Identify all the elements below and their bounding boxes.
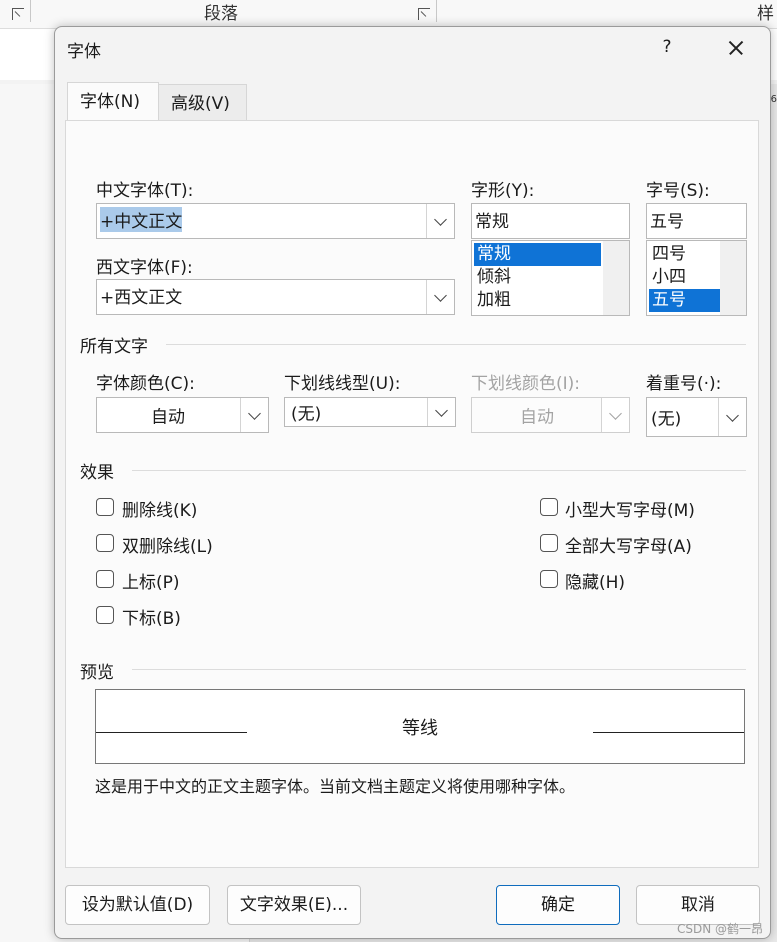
font-size-input[interactable]: 五号	[646, 203, 747, 239]
subscript-label: 下标(B)	[122, 609, 181, 629]
ribbon-divider	[30, 0, 31, 22]
superscript-label: 上标(P)	[122, 573, 180, 593]
paragraph-launcher-icon[interactable]	[418, 8, 430, 20]
double-strikethrough-label: 双删除线(L)	[122, 537, 213, 557]
tab-advanced[interactable]: 高级(V)	[159, 84, 247, 122]
chinese-font-dropdown-button[interactable]	[426, 204, 454, 238]
section-divider	[166, 344, 746, 345]
emphasis-mark-label: 着重号(·):	[646, 374, 722, 394]
tab-font[interactable]: 字体(N)	[67, 82, 159, 122]
underline-color-dropdown-button	[601, 398, 629, 432]
underline-style-dropdown-button[interactable]	[427, 398, 455, 426]
western-font-label: 西文字体(F):	[96, 258, 193, 278]
all-caps-checkbox[interactable]	[540, 534, 558, 552]
cancel-button[interactable]: 取消	[636, 885, 760, 925]
font-color-value: 自动	[151, 407, 185, 428]
preview-description: 这是用于中文的正文主题字体。当前文档主题定义将使用哪种字体。	[95, 777, 576, 796]
font-style-scrollbar[interactable]	[603, 241, 629, 315]
chevron-down-icon	[434, 213, 447, 226]
font-dialog: 字体 ? 字体(N) 高级(V) 中文字体(T): +中文正文 西文字体(F):…	[54, 26, 771, 939]
font-style-value: 常规	[475, 212, 509, 232]
double-strikethrough-checkbox[interactable]	[96, 534, 114, 552]
small-caps-label: 小型大写字母(M)	[565, 501, 695, 521]
emphasis-mark-dropdown-button[interactable]	[718, 398, 746, 436]
set-default-button[interactable]: 设为默认值(D)	[65, 885, 210, 925]
font-style-label: 字形(Y):	[471, 181, 535, 201]
effects-heading: 效果	[80, 463, 114, 483]
preview-baseline-right	[593, 732, 744, 733]
font-size-label: 字号(S):	[646, 181, 710, 201]
font-size-option[interactable]: 四号	[649, 243, 720, 266]
ribbon-section-paragraph: 段落	[204, 4, 238, 24]
section-divider	[132, 470, 746, 471]
section-divider	[132, 669, 746, 670]
dialog-launcher-icon[interactable]	[12, 8, 24, 20]
tab-advanced-label: 高级(V)	[171, 94, 230, 114]
chevron-down-icon	[434, 289, 447, 302]
chevron-down-icon	[609, 407, 622, 420]
chevron-down-icon	[726, 409, 739, 422]
font-size-option[interactable]: 小四	[649, 266, 720, 289]
underline-style-label: 下划线线型(U):	[284, 374, 401, 394]
underline-style-value: (无)	[291, 404, 322, 425]
watermark: CSDN @鹤一昂	[676, 922, 763, 936]
font-style-option[interactable]: 常规	[474, 243, 601, 266]
superscript-checkbox[interactable]	[96, 570, 114, 588]
chinese-font-combo[interactable]: +中文正文	[96, 203, 455, 239]
font-style-input[interactable]: 常规	[471, 203, 630, 239]
tab-font-label: 字体(N)	[80, 92, 140, 112]
font-size-list[interactable]: 四号 小四 五号	[646, 240, 747, 316]
help-button[interactable]: ?	[655, 33, 679, 61]
chinese-font-value: +中文正文	[100, 207, 183, 232]
hidden-checkbox[interactable]	[540, 570, 558, 588]
chinese-font-label: 中文字体(T):	[96, 181, 194, 201]
all-text-heading: 所有文字	[80, 337, 148, 357]
underline-color-value: 自动	[520, 407, 554, 428]
all-caps-label: 全部大写字母(A)	[565, 537, 692, 557]
font-style-option[interactable]: 加粗	[474, 289, 601, 312]
preview-sample-text: 等线	[402, 718, 438, 739]
font-color-label: 字体颜色(C):	[96, 374, 195, 394]
strikethrough-label: 删除线(K)	[122, 501, 198, 521]
western-font-value: +西文正文	[100, 288, 183, 308]
emphasis-mark-value: (无)	[651, 409, 682, 430]
font-color-combo[interactable]: 自动	[96, 397, 269, 433]
emphasis-mark-combo[interactable]: (无)	[646, 397, 747, 437]
western-font-dropdown-button[interactable]	[426, 280, 454, 314]
small-caps-checkbox[interactable]	[540, 498, 558, 516]
text-effects-button[interactable]: 文字效果(E)...	[227, 885, 361, 925]
underline-color-label: 下划线颜色(I):	[471, 374, 581, 394]
preview-heading: 预览	[80, 663, 114, 683]
preview-box: 等线	[95, 689, 745, 764]
font-size-option[interactable]: 五号	[649, 289, 720, 312]
strikethrough-checkbox[interactable]	[96, 498, 114, 516]
chevron-down-icon	[435, 404, 448, 417]
ribbon-section-style: 样	[757, 4, 774, 24]
ribbon-divider	[436, 0, 437, 22]
font-size-value: 五号	[650, 212, 684, 232]
hidden-label: 隐藏(H)	[565, 573, 626, 593]
ok-button[interactable]: 确定	[496, 885, 620, 925]
chevron-down-icon	[248, 407, 261, 420]
close-icon[interactable]	[720, 32, 752, 64]
ruler-mark: 6	[770, 94, 777, 105]
underline-color-combo: 自动	[471, 397, 630, 433]
font-style-list[interactable]: 常规 倾斜 加粗	[471, 240, 630, 316]
western-font-combo[interactable]: +西文正文	[96, 279, 455, 315]
subscript-checkbox[interactable]	[96, 606, 114, 624]
font-color-dropdown-button[interactable]	[240, 398, 268, 432]
dialog-title: 字体	[67, 42, 101, 62]
underline-style-combo[interactable]: (无)	[284, 397, 456, 427]
dialog-titlebar: 字体 ?	[55, 27, 770, 67]
font-style-option[interactable]: 倾斜	[474, 266, 601, 289]
font-size-scrollbar[interactable]	[720, 241, 746, 315]
